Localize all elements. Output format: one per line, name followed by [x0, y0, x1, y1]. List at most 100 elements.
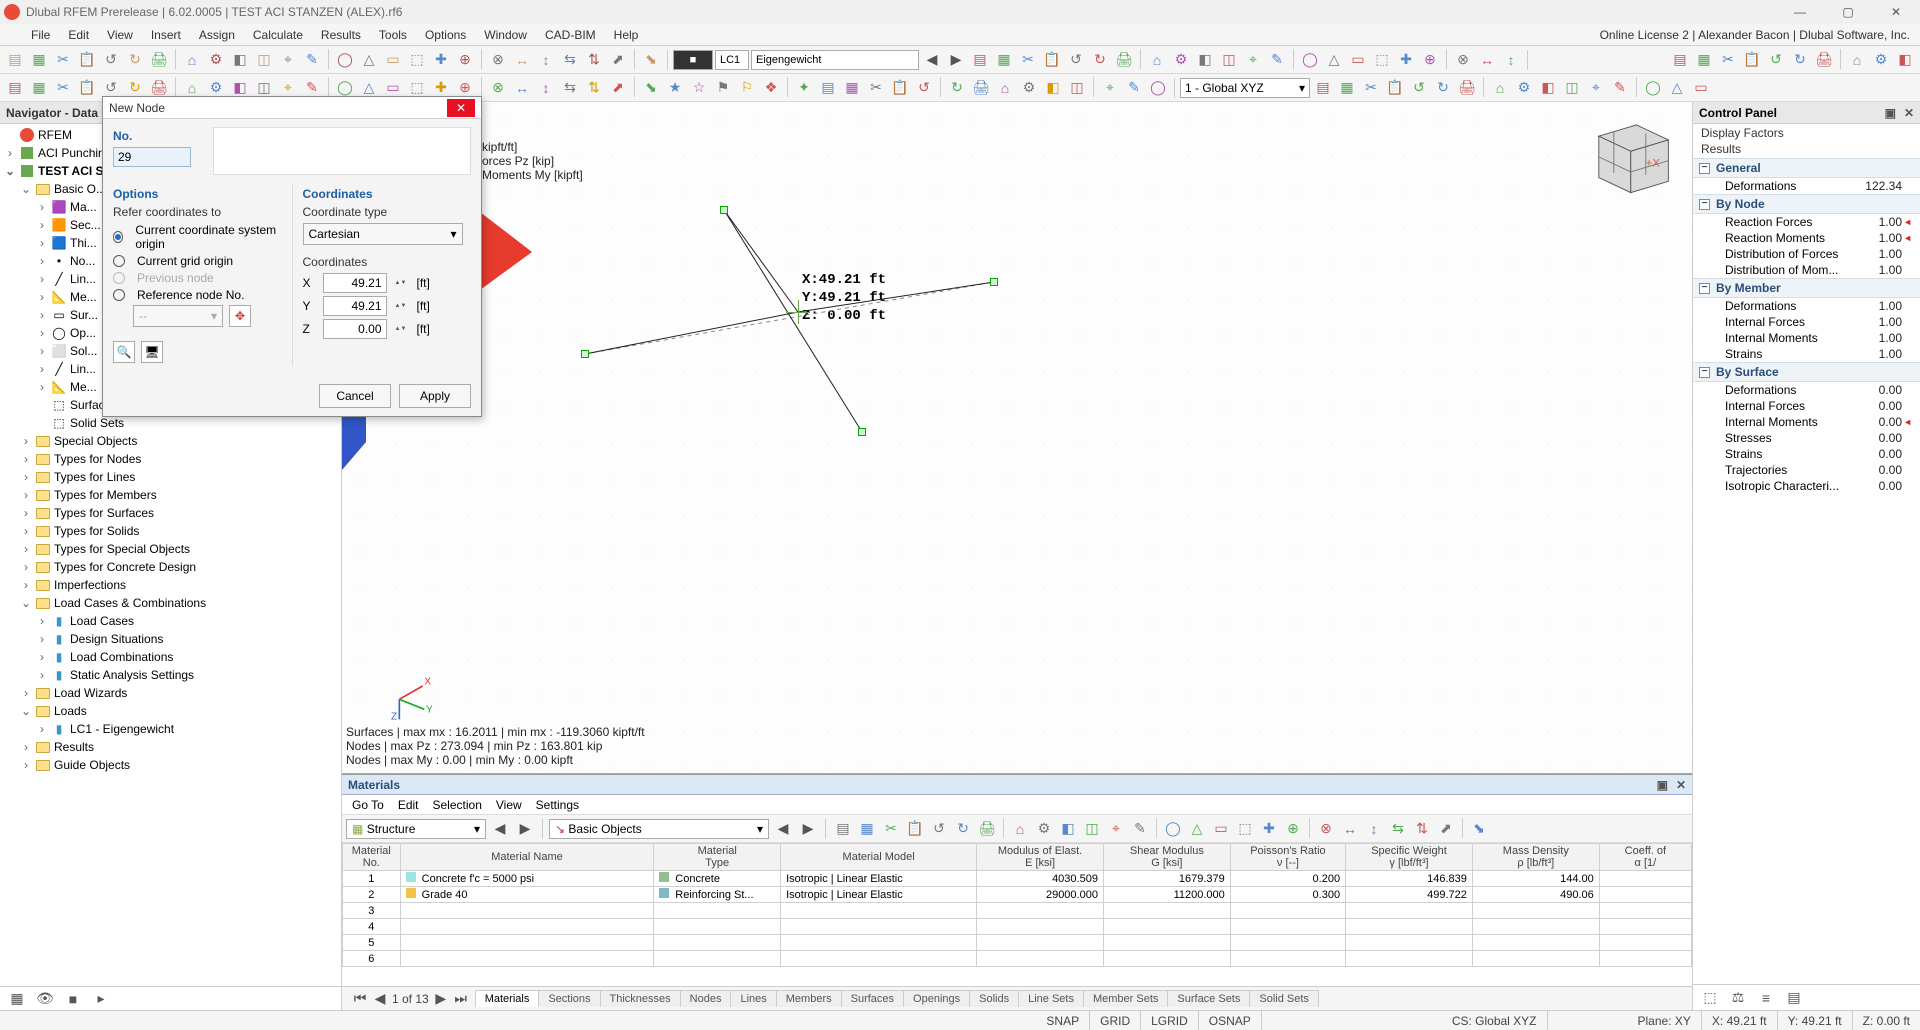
tree-item[interactable]: ›Imperfections: [0, 576, 341, 594]
table-row[interactable]: 3: [343, 903, 1692, 919]
toolbar-button[interactable]: ↕: [1500, 49, 1522, 71]
toolbar-button[interactable]: ⌖: [1585, 77, 1607, 99]
cp-group[interactable]: −By Member: [1693, 278, 1920, 298]
toolbar-button[interactable]: ◫: [1218, 49, 1240, 71]
cp-item[interactable]: Stresses0.00: [1693, 430, 1920, 446]
tree-item[interactable]: ›▮Static Analysis Settings: [0, 666, 341, 684]
tree-item[interactable]: ›Types for Nodes: [0, 450, 341, 468]
mat-tab[interactable]: Solid Sets: [1249, 990, 1319, 1007]
toolbar-button[interactable]: ✂: [865, 77, 887, 99]
cp-item[interactable]: Internal Moments1.00: [1693, 330, 1920, 346]
cp-item[interactable]: Strains1.00: [1693, 346, 1920, 362]
toolbar-button[interactable]: ◫: [1561, 77, 1583, 99]
tree-item[interactable]: ›▮Design Situations: [0, 630, 341, 648]
cp-foot-b4[interactable]: ▤: [1783, 987, 1805, 1009]
lc-desc[interactable]: Eigengewicht: [751, 50, 919, 70]
toolbar-button[interactable]: ⚙: [205, 49, 227, 71]
toolbar-button[interactable]: ↕: [1363, 818, 1385, 840]
toolbar-button[interactable]: ◧: [1057, 818, 1079, 840]
toolbar-button[interactable]: ⊗: [487, 77, 509, 99]
toolbar-button[interactable]: 🖨: [1813, 49, 1835, 71]
toolbar-button[interactable]: ▦: [28, 49, 50, 71]
toolbar-button[interactable]: ◯: [1147, 77, 1169, 99]
toolbar-button[interactable]: ⌖: [277, 49, 299, 71]
radio-cs-origin[interactable]: Current coordinate system origin: [113, 223, 282, 251]
toolbar-button[interactable]: ✂: [1360, 77, 1382, 99]
toolbar-button[interactable]: ▦: [856, 818, 878, 840]
cp-foot-b2[interactable]: ⚖: [1727, 987, 1749, 1009]
toolbar-button[interactable]: ▭: [1347, 49, 1369, 71]
toolbar-button[interactable]: 🖨: [1113, 49, 1135, 71]
mat-menu-goto[interactable]: Go To: [352, 798, 384, 812]
tree-item[interactable]: ›Guide Objects: [0, 756, 341, 774]
toolbar-button[interactable]: ⬚: [406, 49, 428, 71]
toolbar-button[interactable]: ⬊: [640, 77, 662, 99]
toolbar-button[interactable]: ☆: [688, 77, 710, 99]
toolbar-button[interactable]: ⚙: [1018, 77, 1040, 99]
toolbar-button[interactable]: ▤: [1669, 49, 1691, 71]
tree-item[interactable]: ›Types for Solids: [0, 522, 341, 540]
mat-combo-structure[interactable]: ▦ Structure▾: [346, 819, 486, 839]
toolbar-button[interactable]: 📋: [1741, 49, 1763, 71]
page-prev-icon[interactable]: ◀: [372, 991, 388, 1007]
toolbar-button[interactable]: ⇆: [559, 77, 581, 99]
menu-results[interactable]: Results: [312, 26, 370, 44]
toolbar-button[interactable]: ↻: [1789, 49, 1811, 71]
toolbar-button[interactable]: ◯: [334, 49, 356, 71]
toolbar-button[interactable]: ↻: [1089, 49, 1111, 71]
toolbar-button[interactable]: ↺: [1408, 77, 1430, 99]
ctype-combo[interactable]: Cartesian▾: [303, 223, 463, 245]
minimize-button[interactable]: —: [1780, 2, 1820, 22]
mat-tab[interactable]: Lines: [730, 990, 776, 1007]
coord-z-input[interactable]: [323, 319, 387, 339]
toolbar-button[interactable]: ▤: [1312, 77, 1334, 99]
menu-file[interactable]: File: [22, 26, 59, 44]
radio-grid-origin[interactable]: Current grid origin: [113, 254, 282, 268]
tree-item[interactable]: ›Types for Surfaces: [0, 504, 341, 522]
menu-insert[interactable]: Insert: [142, 26, 190, 44]
tree-item[interactable]: ›Special Objects: [0, 432, 341, 450]
cp-item[interactable]: Distribution of Forces1.00: [1693, 246, 1920, 262]
dlg-tool-2-icon[interactable]: 🖥: [141, 341, 163, 363]
menu-help[interactable]: Help: [605, 26, 648, 44]
toolbar-button[interactable]: △: [1186, 818, 1208, 840]
toolbar-button[interactable]: ✂: [1017, 49, 1039, 71]
toolbar-button[interactable]: △: [1666, 77, 1688, 99]
cp-item[interactable]: Internal Moments0.00◄: [1693, 414, 1920, 430]
toolbar-button[interactable]: ▦: [1693, 49, 1715, 71]
page-first-icon[interactable]: ⏮: [352, 991, 368, 1007]
toolbar-button[interactable]: ▤: [4, 49, 26, 71]
cancel-button[interactable]: Cancel: [319, 384, 391, 408]
toolbar-button[interactable]: 🖨: [970, 77, 992, 99]
toolbar-button[interactable]: ▭: [1210, 818, 1232, 840]
toolbar-button[interactable]: ⚐: [736, 77, 758, 99]
tree-item[interactable]: ›Types for Concrete Design: [0, 558, 341, 576]
toolbar-button[interactable]: ◧: [229, 49, 251, 71]
apply-button[interactable]: Apply: [399, 384, 471, 408]
toolbar-button[interactable]: ◧: [1894, 49, 1916, 71]
cp-item[interactable]: Strains0.00: [1693, 446, 1920, 462]
toolbar-button[interactable]: 🖨: [148, 49, 170, 71]
cp-item[interactable]: Distribution of Mom...1.00: [1693, 262, 1920, 278]
tree-item[interactable]: ⌄Load Cases & Combinations: [0, 594, 341, 612]
toolbar-button[interactable]: ✎: [1129, 818, 1151, 840]
status-osnap[interactable]: OSNAP: [1199, 1011, 1262, 1030]
mat-tab[interactable]: Surfaces: [841, 990, 904, 1007]
radio-ref-node[interactable]: Reference node No.: [113, 288, 282, 302]
pick-node-icon[interactable]: ✥: [229, 305, 251, 327]
cp-close-icon[interactable]: ✕: [1904, 106, 1914, 120]
tree-item[interactable]: ›Results: [0, 738, 341, 756]
node-icon[interactable]: [990, 278, 998, 286]
toolbar-button[interactable]: ⊗: [487, 49, 509, 71]
toolbar-button[interactable]: ⌂: [1009, 818, 1031, 840]
mat-tab[interactable]: Line Sets: [1018, 990, 1084, 1007]
status-snap[interactable]: SNAP: [1036, 1011, 1090, 1030]
toolbar-button[interactable]: ▭: [382, 49, 404, 71]
toolbar-button[interactable]: ▤: [817, 77, 839, 99]
page-last-icon[interactable]: ⏭: [453, 991, 469, 1007]
table-row[interactable]: 5: [343, 935, 1692, 951]
toolbar-button[interactable]: ↺: [913, 77, 935, 99]
toolbar-button[interactable]: ⌂: [1846, 49, 1868, 71]
toolbar-button[interactable]: ✚: [1258, 818, 1280, 840]
mat-close-icon[interactable]: ✕: [1676, 778, 1686, 792]
